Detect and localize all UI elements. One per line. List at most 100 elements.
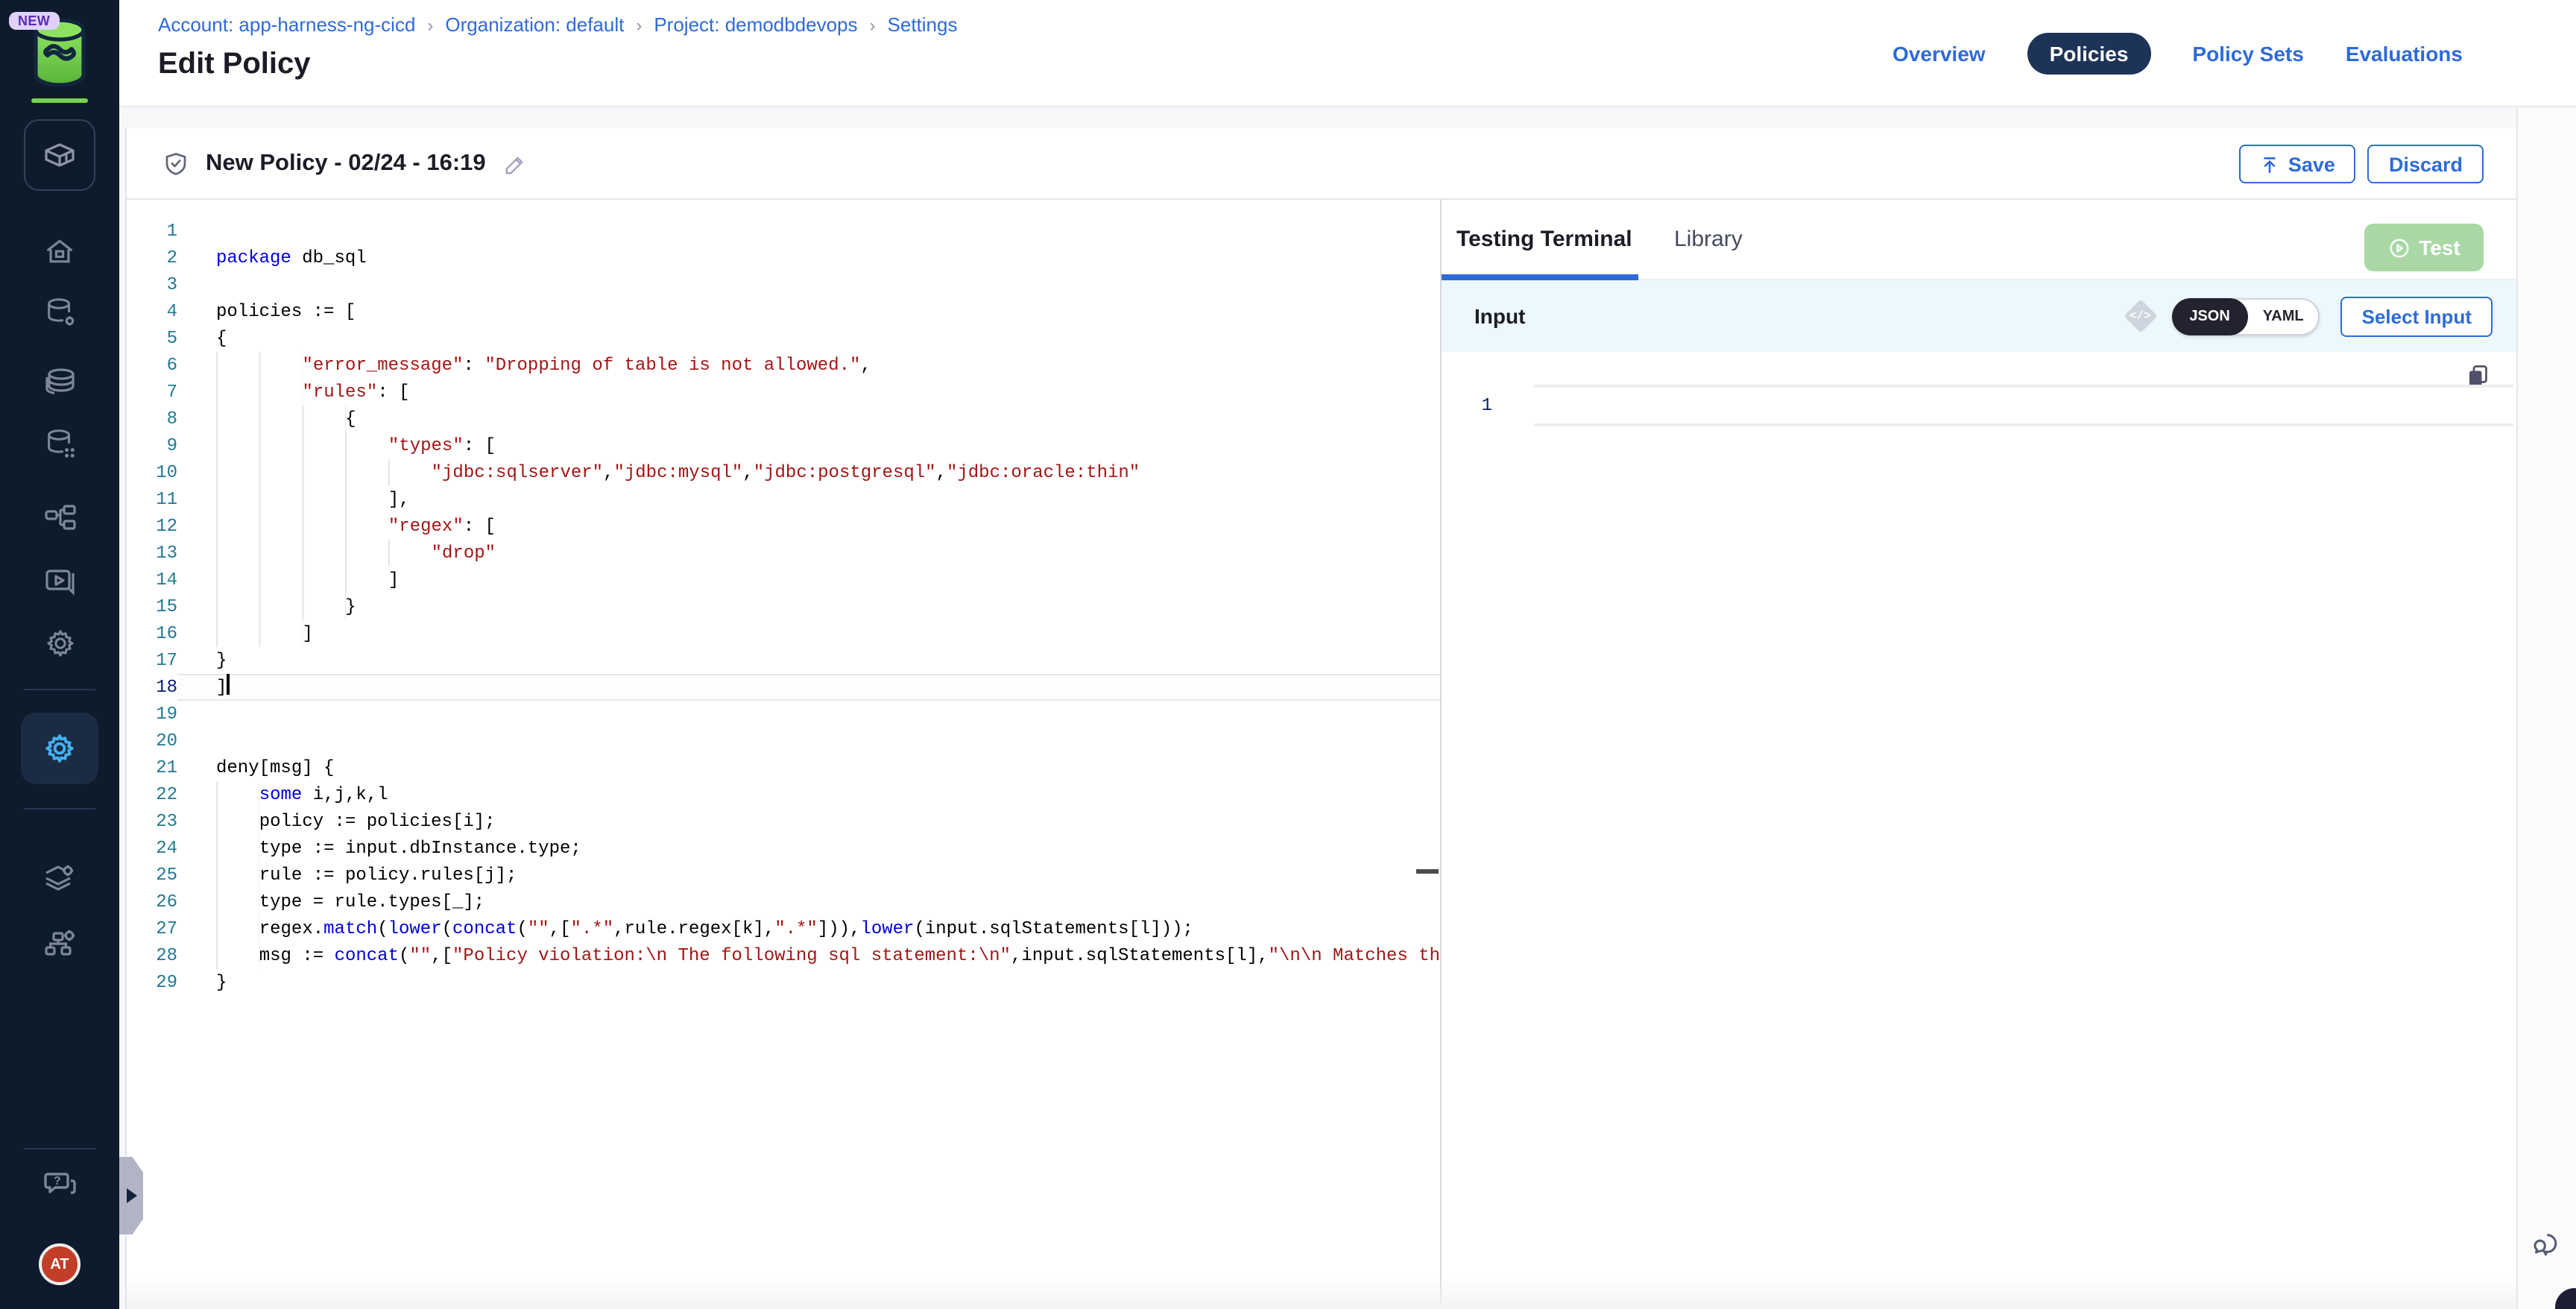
sidebar-item-pipelines[interactable] [0, 499, 119, 535]
discard-button[interactable]: Discard [2368, 145, 2484, 183]
org-gear-icon [42, 924, 78, 960]
breadcrumb-link[interactable]: Project: demodbdevops [654, 13, 857, 36]
code-string: "jdbc:sqlserver" [432, 462, 603, 483]
sidebar-item-module-cube[interactable] [24, 119, 95, 191]
line-number: 24 [127, 835, 177, 862]
sidebar-item-layers-settings[interactable] [0, 860, 119, 896]
test-button[interactable]: Test [2364, 224, 2484, 271]
code-line-content: { [177, 325, 1440, 352]
code-text: : [ [464, 516, 496, 537]
sidebar-expand-toggle[interactable] [119, 1157, 143, 1234]
sidebar-item-settings-gear[interactable] [0, 626, 119, 660]
code-line-content [177, 271, 1440, 298]
code-line[interactable]: 6"error_message": "Dropping of table is … [127, 352, 1440, 379]
code-line[interactable]: 8{ [127, 406, 1440, 432]
code-line[interactable]: 5{ [127, 325, 1440, 352]
code-line[interactable]: 16] [127, 620, 1440, 647]
code-line-content: rule := policy.rules[j]; [177, 862, 1440, 889]
code-line[interactable]: 12"regex": [ [127, 513, 1440, 540]
code-line[interactable]: 26type = rule.types[_]; [127, 889, 1440, 915]
sidebar-item-project-settings-active[interactable] [21, 713, 98, 784]
code-string: "Dropping of table is not allowed." [484, 355, 860, 376]
nav-item-overview[interactable]: Overview [1892, 42, 1986, 66]
code-line[interactable]: 20 [127, 728, 1440, 754]
harness-db-devops-logo[interactable]: NEW [0, 15, 119, 98]
code-builtin: lower [860, 918, 914, 939]
nav-item-evaluations[interactable]: Evaluations [2346, 42, 2463, 66]
edit-pencil-icon[interactable] [502, 151, 528, 177]
code-line[interactable]: 27regex.match(lower(concat("",[".*",rule… [127, 915, 1440, 942]
code-line-content: package db_sql [177, 245, 1440, 271]
code-view-icon[interactable]: </> [2124, 300, 2156, 332]
code-line-content: } [177, 593, 1440, 620]
code-line-content [177, 218, 1440, 245]
code-keyword: package [216, 247, 291, 268]
code-string: "\n\n Matches th [1269, 945, 1440, 966]
code-string: ".*" [571, 918, 614, 939]
code-text: ,rule.regex[k], [613, 918, 774, 939]
line-number: 16 [127, 620, 177, 647]
nav-item-policies[interactable]: Policies [2027, 33, 2151, 75]
rego-code-editor[interactable]: 12package db_sql34policies := [5{6"error… [127, 200, 1442, 1309]
sidebar-item-database-instances[interactable] [0, 426, 119, 461]
sidebar-item-database-config[interactable] [0, 295, 119, 329]
code-line[interactable]: 3 [127, 271, 1440, 298]
policy-name: New Policy - 02/24 - 16:19 [206, 151, 486, 177]
code-line[interactable]: 23policy := policies[i]; [127, 808, 1440, 835]
top-nav: Overview Policies Policy Sets Evaluations [1892, 33, 2463, 75]
format-yaml[interactable]: YAML [2248, 297, 2319, 335]
layers-gear-icon [42, 860, 78, 896]
code-builtin: match [323, 918, 377, 939]
code-line-content: msg := concat("",["Policy violation:\n T… [177, 942, 1440, 969]
select-input-button[interactable]: Select Input [2341, 296, 2493, 336]
code-line[interactable]: 9"types": [ [127, 432, 1440, 459]
indent-guides [216, 567, 388, 593]
line-number: 18 [127, 674, 177, 701]
indent-guides [216, 620, 302, 647]
code-line[interactable]: 19 [127, 701, 1440, 728]
code-line[interactable]: 11], [127, 486, 1440, 513]
input-editor[interactable]: 1 [1442, 352, 2516, 1309]
code-line[interactable]: 22some i,j,k,l [127, 781, 1440, 808]
sidebar-item-org-settings[interactable] [0, 924, 119, 960]
code-line[interactable]: 2package db_sql [127, 245, 1440, 271]
save-button[interactable]: Save [2239, 145, 2356, 183]
code-line[interactable]: 21deny[msg] { [127, 754, 1440, 781]
input-editor-line[interactable] [1534, 385, 2513, 426]
code-line[interactable]: 14] [127, 567, 1440, 593]
code-line[interactable]: 4policies := [ [127, 298, 1440, 325]
code-line[interactable]: 28msg := concat("",["Policy violation:\n… [127, 942, 1440, 969]
code-line[interactable]: 17} [127, 647, 1440, 674]
code-line[interactable]: 29} [127, 969, 1440, 996]
sidebar-item-home[interactable] [0, 236, 119, 268]
feedback-chat-icon[interactable] [2533, 1228, 2564, 1260]
breadcrumb-link[interactable]: Settings [888, 13, 958, 36]
indent-guides [216, 835, 259, 862]
code-line[interactable]: 10"jdbc:sqlserver","jdbc:mysql","jdbc:po… [127, 459, 1440, 486]
line-number: 8 [127, 406, 177, 432]
code-text: } [216, 972, 227, 993]
tab-testing-terminal[interactable]: Testing Terminal [1456, 227, 1632, 252]
code-line[interactable]: 25rule := policy.rules[j]; [127, 862, 1440, 889]
tab-library[interactable]: Library [1674, 227, 1743, 252]
nav-item-policy-sets[interactable]: Policy Sets [2192, 42, 2303, 66]
code-line[interactable]: 1 [127, 218, 1440, 245]
code-text: ] [302, 623, 312, 644]
indent-guides [216, 942, 259, 969]
format-json[interactable]: JSON [2171, 297, 2247, 335]
user-avatar[interactable]: AT [39, 1243, 80, 1285]
sidebar-item-executions[interactable] [0, 564, 119, 599]
sidebar-item-database-stack[interactable] [0, 364, 119, 400]
breadcrumb-link[interactable]: Account: app-harness-ng-cicd [158, 13, 415, 36]
sidebar-item-chat-help[interactable]: ? [0, 1166, 119, 1202]
code-line[interactable]: 15} [127, 593, 1440, 620]
code-line[interactable]: 7"rules": [ [127, 379, 1440, 406]
floating-widget-edge[interactable] [2555, 1288, 2576, 1309]
breadcrumb-link[interactable]: Organization: default [445, 13, 624, 36]
indent-guides [216, 862, 259, 889]
code-line[interactable]: 18] [127, 674, 1440, 701]
code-text: ])), [818, 918, 861, 939]
code-line[interactable]: 24type := input.dbInstance.type; [127, 835, 1440, 862]
line-number: 12 [127, 513, 177, 540]
code-line[interactable]: 13"drop" [127, 540, 1440, 567]
